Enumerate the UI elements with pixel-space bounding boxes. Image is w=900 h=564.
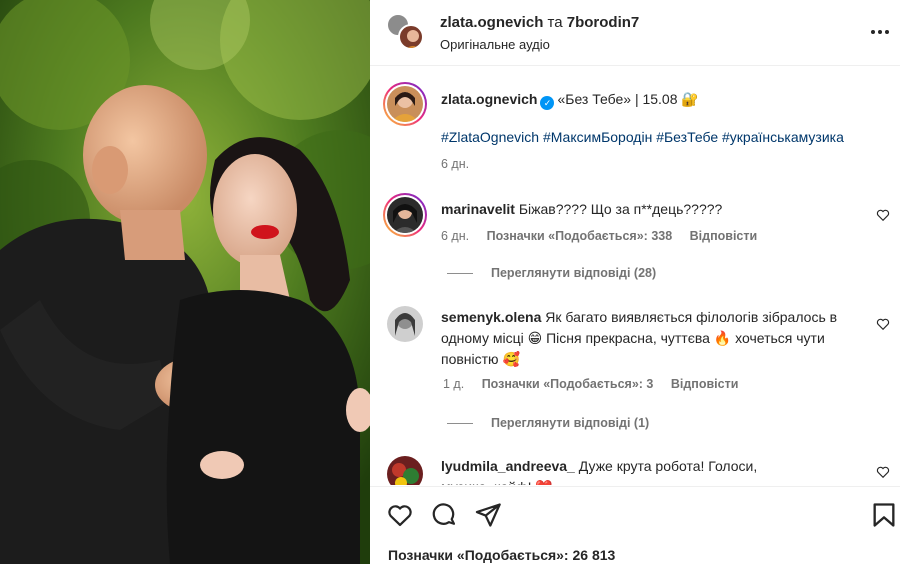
comment-avatar-marinavelit[interactable] bbox=[383, 193, 427, 237]
caption-hashtags[interactable]: #ZlataOgnevich #МаксимБородін #БезТебе #… bbox=[441, 129, 844, 145]
comment-age[interactable]: 6 дн. bbox=[441, 229, 469, 243]
post-side-panel: zlata.ognevich та 7borodin7 Оригінальне … bbox=[370, 0, 900, 564]
post-authors: zlata.ognevich та 7borodin7 bbox=[440, 14, 639, 31]
heart-icon[interactable] bbox=[876, 465, 890, 479]
comment-username[interactable]: lyudmila_andreeva_ bbox=[441, 458, 575, 474]
heart-icon[interactable] bbox=[876, 317, 890, 331]
lock-icon: 🔐 bbox=[681, 91, 699, 107]
comment-avatar-lyudmila[interactable] bbox=[387, 456, 423, 485]
comment-avatar-semenyk[interactable] bbox=[387, 306, 423, 342]
comments-list[interactable]: zlata.ognevich ✓ «Без Тебе» | 15.08 🔐 #Zla… bbox=[370, 67, 900, 485]
comment-likes[interactable]: Позначки «Подобається»: 338 bbox=[487, 229, 673, 243]
post-photo-image bbox=[0, 0, 370, 564]
comment-meta: 6 дн. Позначки «Подобається»: 338 Відпов… bbox=[441, 229, 771, 243]
post-actions-bar: Позначки «Подобається»: 26 813 bbox=[370, 486, 900, 564]
caption-avatar[interactable] bbox=[383, 82, 427, 126]
more-icon[interactable] bbox=[868, 20, 892, 44]
comment-username[interactable]: semenyk.olena bbox=[441, 309, 541, 325]
comment-text-line: одному місці 😁 Пісня прекрасна, чуттєва … bbox=[441, 330, 825, 346]
post-header: zlata.ognevich та 7borodin7 Оригінальне … bbox=[370, 0, 900, 66]
post-likes-count[interactable]: Позначки «Подобається»: 26 813 bbox=[388, 547, 615, 563]
comment-text-line: повністю 🥰 bbox=[441, 351, 520, 367]
view-replies-button[interactable]: Переглянути відповіді (28) bbox=[447, 266, 656, 280]
caption-age[interactable]: 6 дн. bbox=[441, 157, 469, 171]
caption-line: zlata.ognevich ✓ «Без Тебе» | 15.08 🔐 bbox=[441, 89, 881, 110]
author-link-2[interactable]: 7borodin7 bbox=[567, 14, 640, 31]
view-replies-label: Переглянути відповіді (28) bbox=[491, 266, 657, 280]
verified-badge-icon: ✓ bbox=[540, 96, 555, 110]
reply-button[interactable]: Відповісти bbox=[690, 229, 758, 243]
author-avatar-primary[interactable] bbox=[398, 24, 424, 50]
comment-text-line: музика, кайф! ❤️ bbox=[441, 477, 871, 485]
comment-likes[interactable]: Позначки «Подобається»: 3 bbox=[482, 377, 654, 391]
caption-text: «Без Тебе» | 15.08 bbox=[557, 91, 678, 107]
comment-username[interactable]: marinavelit bbox=[441, 201, 515, 217]
comment-semenyk: semenyk.olena Як багато виявляється філо… bbox=[441, 307, 871, 370]
heart-icon[interactable] bbox=[386, 501, 414, 529]
comment-meta: 1 д. Позначки «Подобається»: 3 Відповіст… bbox=[443, 377, 752, 391]
comment-age[interactable]: 1 д. bbox=[443, 377, 464, 391]
post-photo[interactable] bbox=[0, 0, 370, 564]
view-replies-label: Переглянути відповіді (1) bbox=[491, 416, 650, 430]
bookmark-icon[interactable] bbox=[870, 501, 898, 529]
authors-separator: та bbox=[547, 14, 563, 31]
author-link-1[interactable]: zlata.ognevich bbox=[440, 14, 543, 31]
comment-marinavelit: marinavelit Біжав???? Що за п**дець????? bbox=[441, 199, 871, 220]
comment-lyudmila: lyudmila_andreeva_ Дуже крута робота! Го… bbox=[441, 456, 871, 485]
send-icon[interactable] bbox=[474, 501, 502, 529]
audio-label[interactable]: Оригінальне аудіо bbox=[440, 37, 550, 52]
heart-icon[interactable] bbox=[876, 208, 890, 222]
comment-text: Біжав???? Що за п**дець????? bbox=[518, 201, 723, 217]
comment-text-line: Дуже крута робота! Голоси, bbox=[578, 458, 758, 474]
comment-icon[interactable] bbox=[430, 501, 458, 529]
comment-text-line: Як багато виявляється філологів зібралос… bbox=[545, 309, 838, 325]
caption-username[interactable]: zlata.ognevich bbox=[441, 91, 537, 107]
view-replies-button[interactable]: Переглянути відповіді (1) bbox=[447, 416, 649, 430]
reply-button[interactable]: Відповісти bbox=[671, 377, 739, 391]
